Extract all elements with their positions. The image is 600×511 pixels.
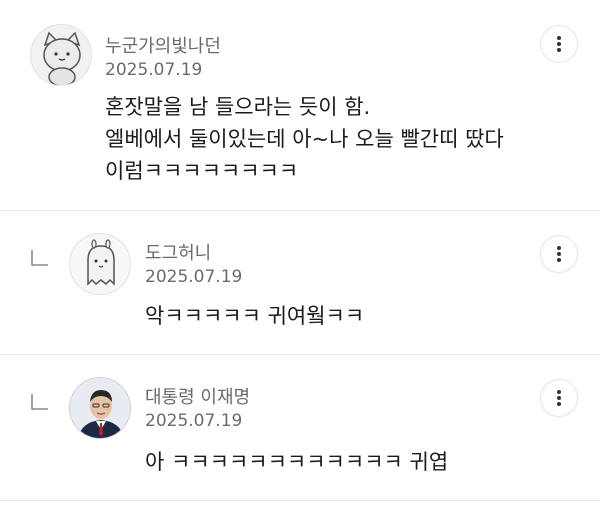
avatar[interactable] [69, 233, 131, 295]
more-options-button[interactable] [540, 25, 578, 63]
avatar[interactable] [69, 377, 131, 439]
more-options-button[interactable] [540, 379, 578, 417]
more-options-button[interactable] [540, 235, 578, 273]
comment-date: 2025.07.19 [145, 267, 243, 287]
comment-text: 혼잣말을 남 들으라는 듯이 함. 엘베에서 둘이있는데 아~나 오늘 빨간띠 … [105, 95, 504, 183]
more-vertical-icon [557, 36, 561, 52]
comment-text: 악ㅋㅋㅋㅋㅋ 귀여웤ㅋㅋ [145, 304, 365, 328]
divider [0, 500, 600, 501]
ghost-character-avatar-icon [87, 239, 115, 286]
comment-item: 누군가의빛나던 2025.07.19 혼잣말을 남 들으라는 듯이 함. 엘베에… [0, 0, 600, 210]
reply-arrow-icon [31, 250, 48, 266]
comment-date: 2025.07.19 [105, 60, 203, 80]
comment-author[interactable]: 누군가의빛나던 [105, 32, 221, 58]
more-vertical-icon [557, 246, 561, 262]
comment-author[interactable]: 도그허니 [145, 239, 211, 265]
comment-date: 2025.07.19 [145, 411, 243, 431]
reply-item: 대통령 이재명 2025.07.19 아 ㅋㅋㅋㅋㅋㅋㅋㅋㅋㅋㅋㅋ 귀엽 [0, 355, 600, 500]
comment-text: 아 ㅋㅋㅋㅋㅋㅋㅋㅋㅋㅋㅋㅋ 귀엽 [145, 450, 449, 474]
reply-item: 도그허니 2025.07.19 악ㅋㅋㅋㅋㅋ 귀여웤ㅋㅋ [0, 211, 600, 354]
reply-arrow-icon [31, 394, 48, 410]
comment-author[interactable]: 대통령 이재명 [145, 383, 250, 409]
cat-character-avatar-icon [43, 31, 81, 85]
avatar[interactable] [30, 24, 92, 86]
more-vertical-icon [557, 390, 561, 406]
person-photo-avatar-icon [70, 378, 130, 438]
